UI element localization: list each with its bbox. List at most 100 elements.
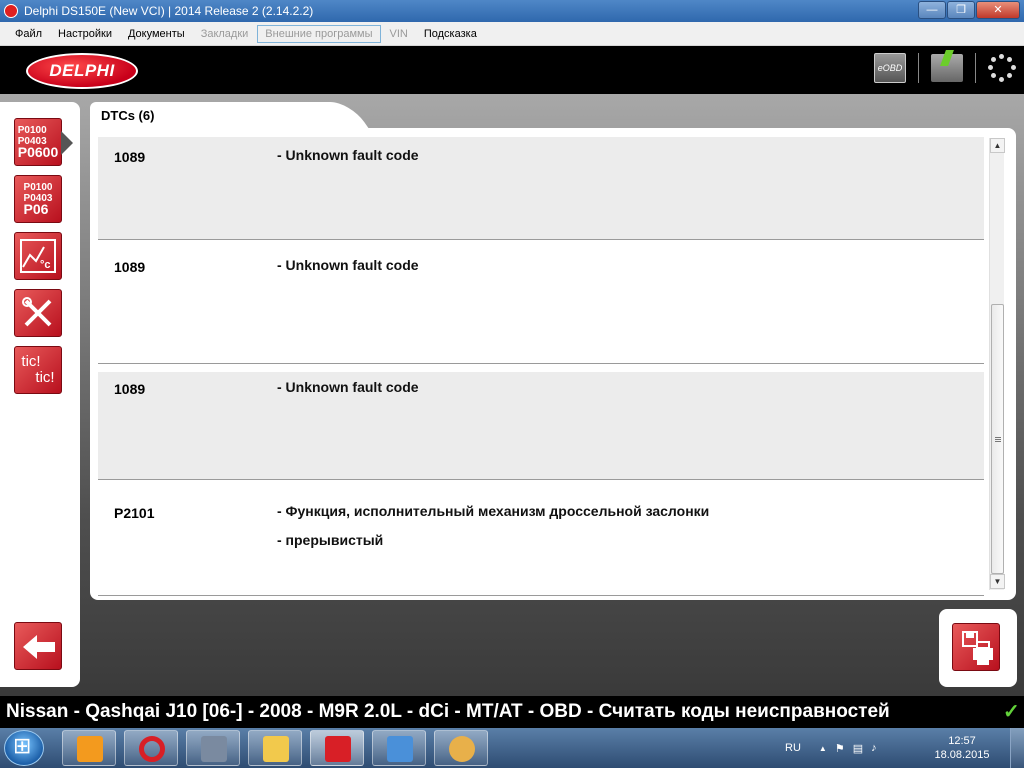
read-dtc-button[interactable]: P0100 P0403 P0600 [14,118,73,166]
control-panel-icon [387,736,413,762]
delphi-logo: DELPHI [26,53,138,89]
taskbar-media-player[interactable] [62,730,116,766]
taskbar-control-panel[interactable] [372,730,426,766]
read-dtc-icon: P0100 P0403 P0600 [18,125,58,160]
scroll-up-button[interactable]: ▲ [990,138,1005,153]
clear-dtc-icon: P0100 P0403 P06 [24,182,53,217]
menu-bar: Файл Настройки Документы Закладки Внешни… [0,22,1024,46]
menu-help[interactable]: Подсказка [417,26,484,42]
scroll-thumb[interactable] [991,304,1004,574]
dtc-code: 1089 [114,259,146,275]
dtc-description: - Unknown fault code [277,147,419,163]
header-divider [975,53,976,83]
taskbar-paint[interactable] [434,730,488,766]
volume-icon[interactable]: ♪ [871,742,877,754]
folder-icon [263,736,289,762]
action-center-icon[interactable]: ⚑ [835,742,845,755]
language-indicator[interactable]: RU [785,742,801,754]
computer-icon [201,736,227,762]
dtc-row[interactable]: 1089 - Unknown fault code [98,137,984,240]
arrow-left-icon [23,635,55,659]
scroll-grip-icon [995,437,1001,438]
taskbar-delphi-ds150e[interactable] [310,730,364,766]
app-icon [4,4,18,18]
close-button[interactable]: ✕ [976,1,1020,19]
eobd-icon[interactable]: eOBD [874,53,906,83]
tic-tic-button[interactable]: tic! tic! [14,346,62,394]
print-save-panel [939,609,1017,687]
spinner-icon [988,54,1016,82]
left-sidebar: P0100 P0403 P0600 P0100 P0403 P06 °c tic… [0,102,80,687]
tray-clock[interactable]: 12:57 18.08.2015 [930,734,994,762]
network-icon[interactable]: ▤ [853,742,863,755]
tic-tic-icon: tic! tic! [21,354,54,386]
dtc-code: 1089 [114,381,146,397]
live-data-icon: °c [20,239,56,273]
taskbar-computer[interactable] [186,730,240,766]
dtc-code: P2101 [114,505,155,521]
start-button[interactable] [4,730,44,766]
menu-vin: VIN [389,27,408,40]
dtc-tab-label: DTCs (6) [101,108,155,123]
check-icon: ✓ [1003,701,1020,723]
live-data-button[interactable]: °c [14,232,62,280]
title-bar: Delphi DS150E (New VCI) | 2014 Release 2… [0,0,1024,22]
dtc-description-detail: - прерывистый [277,532,384,548]
dtc-row[interactable]: 1089 - Unknown fault code [98,372,984,480]
app-header: DELPHI eOBD [0,46,1024,94]
clock-time: 12:57 [948,735,976,747]
dtc-description: - Функция, исполнительный механизм дросс… [277,503,710,519]
menu-settings[interactable]: Настройки [51,26,119,42]
system-tray: RU ▲ ⚑ ▤ ♪ [785,728,877,768]
media-player-icon [77,736,103,762]
paint-icon [449,736,475,762]
taskbar-file-explorer[interactable] [248,730,302,766]
clear-dtc-line1: P0100 [23,181,53,193]
opera-icon [139,736,165,762]
windows-taskbar: RU ▲ ⚑ ▤ ♪ 12:57 18.08.2015 [0,728,1024,768]
service-functions-button[interactable] [14,289,62,337]
engine-icon [325,736,351,762]
live-data-label: °c [40,259,51,271]
header-divider [918,53,919,83]
window-title: Delphi DS150E (New VCI) | 2014 Release 2… [24,4,314,18]
dtc-row[interactable]: P2101 - Функция, исполнительный механизм… [98,488,984,596]
dtc-code: 1089 [114,149,146,165]
dtc-description: - Unknown fault code [277,257,419,273]
scroll-down-button[interactable]: ▼ [990,574,1005,589]
read-dtc-line1: P0100 [17,124,47,136]
logo-text: DELPHI [49,61,115,80]
clear-dtc-button[interactable]: P0100 P0403 P06 [14,175,62,223]
taskbar-opera[interactable] [124,730,178,766]
menu-external-programs: Внешние программы [257,24,381,43]
row-gap [98,480,984,488]
row-gap [98,240,984,248]
show-desktop-button[interactable] [1010,728,1024,768]
dtc-list: 1089 - Unknown fault code 1089 - Unknown… [98,137,984,596]
print-save-button[interactable] [952,623,1000,671]
print-save-icon [962,631,993,665]
header-icons: eOBD [874,53,1016,83]
read-dtc-line3: P0600 [17,143,59,160]
tic-line2: tic! [35,369,55,386]
menu-documents[interactable]: Документы [121,26,192,42]
row-gap [98,364,984,372]
tic-line1: tic! [21,353,41,370]
back-button[interactable] [14,622,62,670]
dtc-tab[interactable]: DTCs (6) [90,102,330,130]
window-controls: — ❐ ✕ [918,1,1020,19]
status-bar: Nissan - Qashqai J10 [06-] - 2008 - M9R … [0,696,1024,728]
menu-file[interactable]: Файл [8,26,49,42]
minimize-button[interactable]: — [918,1,946,19]
vehicle-status-text: Nissan - Qashqai J10 [06-] - 2008 - M9R … [6,701,890,722]
dtc-row[interactable]: 1089 - Unknown fault code [98,248,984,364]
dtc-scrollbar[interactable]: ▲ ▼ [989,138,1005,590]
maximize-button[interactable]: ❐ [947,1,975,19]
dtc-description: - Unknown fault code [277,379,419,395]
tools-icon [22,297,52,327]
battery-icon [931,54,963,82]
menu-bookmarks: Закладки [200,27,249,40]
clear-dtc-line3: P06 [23,200,49,217]
tray-expand-icon[interactable]: ▲ [819,744,827,753]
clock-date: 18.08.2015 [934,749,990,761]
